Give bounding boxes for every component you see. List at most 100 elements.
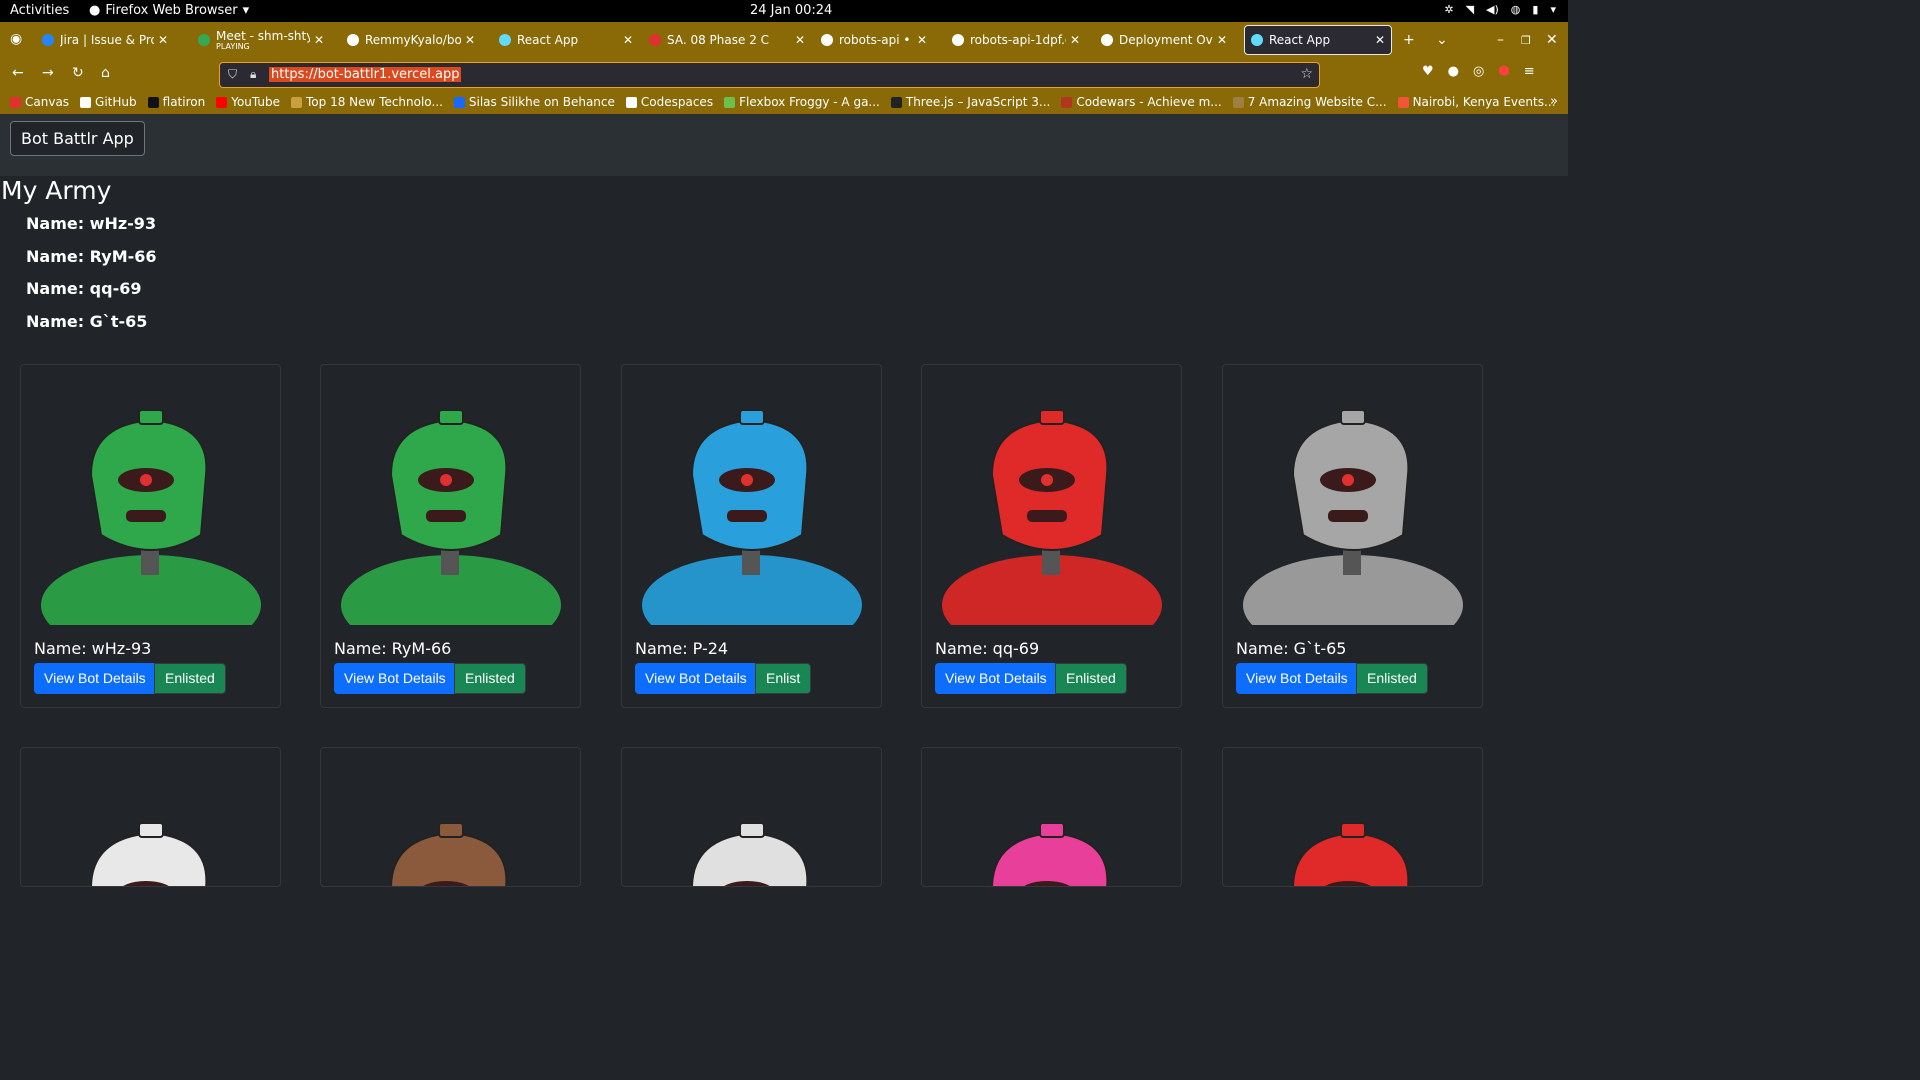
adblock-icon[interactable]: ⬢ bbox=[1498, 64, 1509, 79]
bot-avatar[interactable] bbox=[21, 365, 280, 655]
bookmark-label: Codespaces bbox=[640, 95, 714, 109]
browser-tab[interactable]: Meet - shm-shty-hsPLAYING ✕ bbox=[192, 25, 330, 55]
bot-avatar[interactable] bbox=[922, 778, 1181, 886]
bot-card[interactable] bbox=[20, 747, 281, 887]
view-bot-details-button[interactable]: View Bot Details bbox=[34, 663, 156, 694]
bookmark-item[interactable]: flatiron bbox=[147, 95, 205, 109]
brand-button[interactable]: Bot Battlr App bbox=[10, 121, 145, 156]
bookmark-label: YouTube bbox=[231, 95, 281, 109]
bot-card[interactable]: Name: P-24 View Bot Details Enlist bbox=[621, 364, 882, 708]
army-item[interactable]: Name: qq-69 bbox=[26, 279, 157, 312]
app-navbar: Bot Battlr App bbox=[0, 114, 1568, 176]
bookmark-item[interactable]: Nairobi, Kenya Events... bbox=[1397, 95, 1555, 109]
bot-card[interactable] bbox=[921, 747, 1182, 887]
browser-tab[interactable]: Deployment Overv ✕ bbox=[1095, 25, 1233, 55]
bot-avatar[interactable] bbox=[922, 365, 1181, 655]
url-text[interactable]: https://bot-battlr1.vercel.app bbox=[269, 67, 462, 82]
browser-tab[interactable]: React App ✕ bbox=[493, 25, 639, 55]
back-icon[interactable]: ← bbox=[12, 65, 24, 81]
home-icon[interactable]: ⌂ bbox=[101, 65, 110, 81]
minimize-icon[interactable]: – bbox=[1497, 32, 1504, 48]
view-bot-details-button[interactable]: View Bot Details bbox=[935, 663, 1057, 694]
browser-tab[interactable]: RemmyKyalo/bot-b ✕ bbox=[341, 25, 481, 55]
bot-card[interactable]: Name: wHz-93 View Bot Details Enlisted bbox=[20, 364, 281, 708]
tab-close-icon[interactable]: ✕ bbox=[795, 33, 805, 47]
system-tray[interactable]: ✲ ◥ ◀) ◍ ▮ ▾ bbox=[1444, 3, 1556, 16]
bookmark-item[interactable]: YouTube bbox=[216, 95, 280, 109]
new-tab-button[interactable]: + bbox=[1403, 32, 1415, 48]
browser-tab[interactable]: Jira | Issue & Projec ✕ bbox=[36, 25, 174, 55]
bookmark-item[interactable]: Codewars - Achieve m... bbox=[1061, 95, 1222, 109]
view-bot-details-button[interactable]: View Bot Details bbox=[1236, 663, 1358, 694]
bot-avatar[interactable] bbox=[622, 365, 881, 655]
reload-icon[interactable]: ↻ bbox=[72, 65, 84, 81]
extension-icon[interactable]: ◎ bbox=[1473, 64, 1484, 79]
pocket-icon[interactable]: ♥ bbox=[1422, 64, 1434, 79]
bookmark-star-icon[interactable]: ☆ bbox=[1300, 66, 1313, 82]
shield-icon[interactable]: ⛉ bbox=[228, 67, 237, 82]
browser-tab[interactable]: SA. 08 Phase 2 C ✕ bbox=[643, 25, 811, 55]
list-all-tabs-icon[interactable]: ⌄ bbox=[1436, 32, 1448, 48]
bot-avatar[interactable] bbox=[321, 365, 580, 655]
enlist-button[interactable]: Enlist bbox=[755, 663, 812, 694]
enlist-button[interactable]: Enlisted bbox=[1356, 663, 1428, 694]
url-bar[interactable]: ⛉ 🔒︎ https://bot-battlr1.vercel.app ☆ bbox=[219, 62, 1320, 88]
tab-close-icon[interactable]: ✕ bbox=[158, 33, 168, 47]
close-window-icon[interactable]: ✕ bbox=[1546, 32, 1558, 48]
enlist-button[interactable]: Enlisted bbox=[454, 663, 526, 694]
more-bookmarks-icon[interactable]: » bbox=[1550, 94, 1558, 109]
app-menu[interactable]: ● Firefox Web Browser ▾ bbox=[89, 3, 249, 18]
browser-tab[interactable]: robots-api • Web ✕ bbox=[815, 25, 933, 55]
bookmark-item[interactable]: Codespaces bbox=[625, 95, 714, 109]
firefox-icon: ● bbox=[89, 3, 101, 18]
bot-name: Name: RyM-66 bbox=[334, 639, 452, 658]
bookmark-item[interactable]: Three.js – JavaScript 3... bbox=[890, 95, 1050, 109]
view-bot-details-button[interactable]: View Bot Details bbox=[334, 663, 456, 694]
bot-card[interactable] bbox=[320, 747, 581, 887]
enlist-button[interactable]: Enlisted bbox=[1055, 663, 1127, 694]
bot-avatar[interactable] bbox=[1223, 365, 1482, 655]
bookmark-item[interactable]: GitHub bbox=[80, 95, 137, 109]
browser-tab[interactable]: robots-api-1dpf.onren ✕ bbox=[946, 25, 1086, 55]
lock-icon[interactable]: 🔒︎ bbox=[250, 67, 256, 82]
tab-close-icon[interactable]: ✕ bbox=[465, 33, 475, 47]
account-icon[interactable]: ● bbox=[1448, 64, 1459, 79]
tab-close-icon[interactable]: ✕ bbox=[1375, 33, 1385, 47]
army-item[interactable]: Name: wHz-93 bbox=[26, 214, 157, 247]
bookmark-item[interactable]: Silas Silikhe on Behance bbox=[453, 95, 615, 109]
bot-card[interactable]: Name: qq-69 View Bot Details Enlisted bbox=[921, 364, 1182, 708]
bookmark-item[interactable]: 7 Amazing Website C... bbox=[1232, 95, 1387, 109]
firefox-view-icon[interactable]: ◉ bbox=[10, 31, 22, 47]
bot-card[interactable] bbox=[621, 747, 882, 887]
bot-card[interactable] bbox=[1222, 747, 1483, 887]
clock[interactable]: 24 Jan 00:24 bbox=[750, 3, 832, 18]
bookmark-item[interactable]: Top 18 New Technolo... bbox=[291, 95, 443, 109]
view-bot-details-button[interactable]: View Bot Details bbox=[635, 663, 757, 694]
bookmark-favicon-icon bbox=[291, 96, 303, 108]
tab-favicon-icon bbox=[821, 34, 833, 46]
bot-avatar[interactable] bbox=[21, 778, 280, 886]
bot-avatar[interactable] bbox=[1223, 778, 1482, 886]
tab-close-icon[interactable]: ✕ bbox=[623, 33, 633, 47]
bot-avatar[interactable] bbox=[321, 778, 580, 886]
browser-tab[interactable]: React App ✕ bbox=[1244, 25, 1392, 55]
enlist-button[interactable]: Enlisted bbox=[154, 663, 226, 694]
bookmark-item[interactable]: Canvas bbox=[10, 95, 69, 109]
tab-title: React App bbox=[517, 33, 579, 47]
tab-close-icon[interactable]: ✕ bbox=[917, 33, 927, 47]
forward-icon[interactable]: → bbox=[42, 65, 54, 81]
bookmark-favicon-icon bbox=[147, 96, 159, 108]
bookmark-favicon-icon bbox=[80, 96, 92, 108]
bot-avatar[interactable] bbox=[622, 778, 881, 886]
activities-button[interactable]: Activities bbox=[10, 3, 69, 18]
restore-icon[interactable]: ❐ bbox=[1521, 34, 1531, 47]
army-item[interactable]: Name: RyM-66 bbox=[26, 247, 157, 280]
bookmark-item[interactable]: Flexbox Froggy - A ga... bbox=[724, 95, 880, 109]
bot-card[interactable]: Name: G`t-65 View Bot Details Enlisted bbox=[1222, 364, 1483, 708]
army-item[interactable]: Name: G`t-65 bbox=[26, 312, 157, 345]
bot-card[interactable]: Name: RyM-66 View Bot Details Enlisted bbox=[320, 364, 581, 708]
hamburger-menu-icon[interactable]: ≡ bbox=[1524, 64, 1535, 79]
tab-close-icon[interactable]: ✕ bbox=[314, 33, 324, 47]
tab-close-icon[interactable]: ✕ bbox=[1070, 33, 1080, 47]
tab-close-icon[interactable]: ✕ bbox=[1217, 33, 1227, 47]
